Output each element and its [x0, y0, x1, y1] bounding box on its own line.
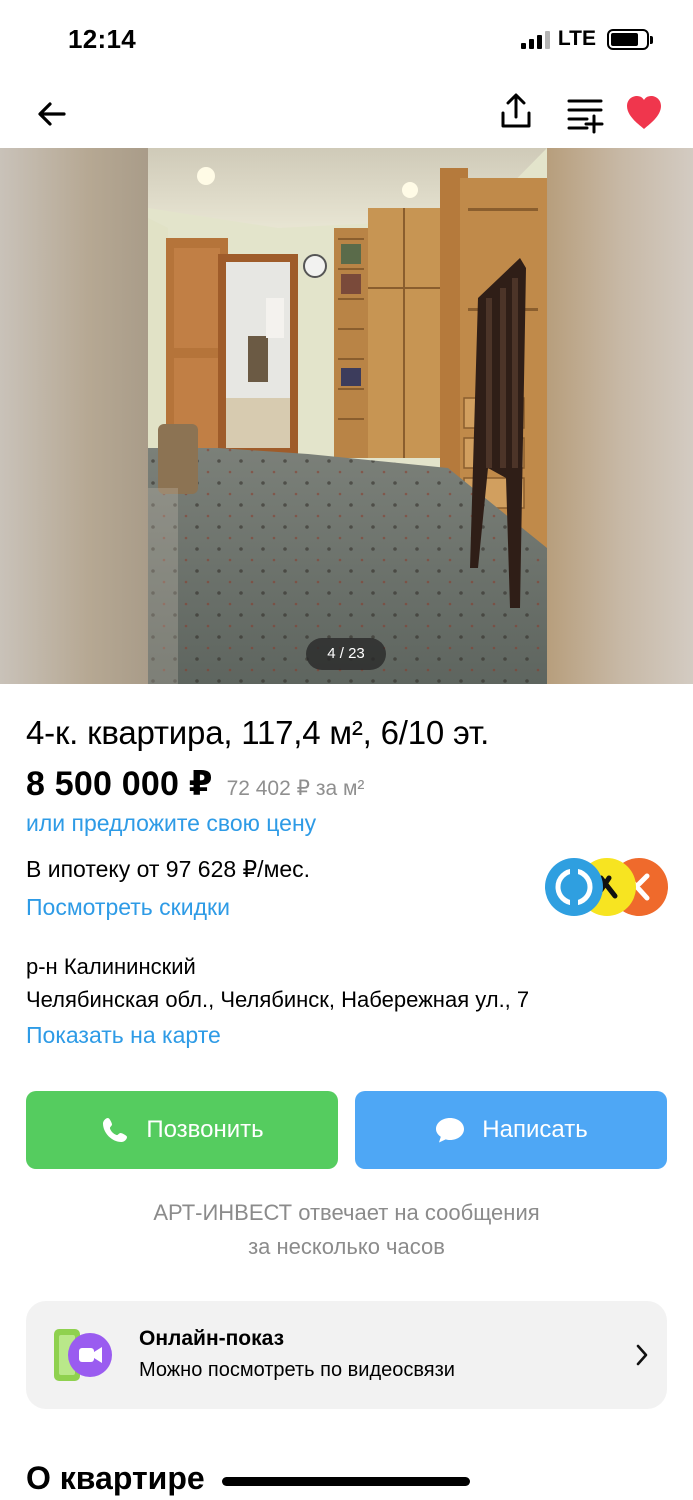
online-showing-card[interactable]: Онлайн-показ Можно посмотреть по видеосв… — [26, 1301, 667, 1409]
online-showing-subtitle: Можно посмотреть по видеосвязи — [139, 1359, 455, 1381]
district: р-н Калининский — [26, 954, 196, 979]
reply-note-line1: АРТ-ИНВЕСТ отвечает на сообщения — [153, 1200, 540, 1225]
signal-icon — [520, 29, 550, 49]
seller-reply-note: АРТ-ИНВЕСТ отвечает на сообщения за неск… — [0, 1196, 693, 1264]
compare-list-icon[interactable] — [563, 92, 607, 136]
home-indicator[interactable] — [222, 1477, 470, 1486]
bank-logos[interactable] — [543, 856, 669, 918]
write-button-label: Написать — [482, 1116, 588, 1143]
write-button[interactable]: Написать — [355, 1091, 667, 1169]
gallery-next-photo-blur — [547, 148, 693, 684]
reply-note-line2: за несколько часов — [248, 1234, 445, 1259]
nav-bar — [0, 78, 693, 148]
status-time: 12:14 — [68, 24, 136, 54]
video-call-icon — [54, 1329, 112, 1381]
network-type: LTE — [557, 27, 596, 50]
gallery-prev-photo-blur — [0, 148, 148, 684]
gallery-counter: 4 / 23 — [306, 638, 386, 670]
section-title-about: О квартире — [26, 1460, 205, 1496]
heart-filled-icon[interactable] — [622, 90, 666, 134]
apartment-photo — [148, 148, 547, 684]
listing-price: 8 500 000 ₽ — [26, 765, 213, 803]
call-button-label: Позвонить — [146, 1116, 264, 1143]
status-bar: 12:14 LTE — [0, 0, 693, 78]
photo-gallery[interactable]: 4 / 23 — [0, 148, 693, 684]
price-row: 8 500 000 ₽ 72 402 ₽ за м² — [26, 764, 364, 804]
chat-bubble-icon — [436, 1118, 465, 1143]
online-showing-title: Онлайн-показ — [139, 1327, 285, 1350]
address: Челябинская обл., Челябинск, Набережная … — [26, 987, 530, 1012]
chevron-right-icon — [636, 1344, 648, 1366]
price-per-sqm: 72 402 ₽ за м² — [226, 777, 365, 800]
arrow-left-icon[interactable] — [30, 92, 74, 136]
share-icon[interactable] — [494, 90, 538, 134]
status-indicators: LTE — [520, 27, 653, 51]
show-on-map-link[interactable]: Показать на карте — [26, 1022, 221, 1049]
mortgage-info: В ипотеку от 97 628 ₽/мес. — [26, 856, 311, 882]
phone-icon — [103, 1118, 128, 1142]
view-discounts-link[interactable]: Посмотреть скидки — [26, 894, 230, 921]
offer-price-link[interactable]: или предложите свою цену — [26, 810, 316, 837]
battery-level — [611, 32, 639, 46]
listing-title: 4-к. квартира, 117,4 м², 6/10 эт. — [26, 714, 490, 751]
battery-icon — [607, 28, 653, 50]
call-button[interactable]: Позвонить — [26, 1091, 338, 1169]
